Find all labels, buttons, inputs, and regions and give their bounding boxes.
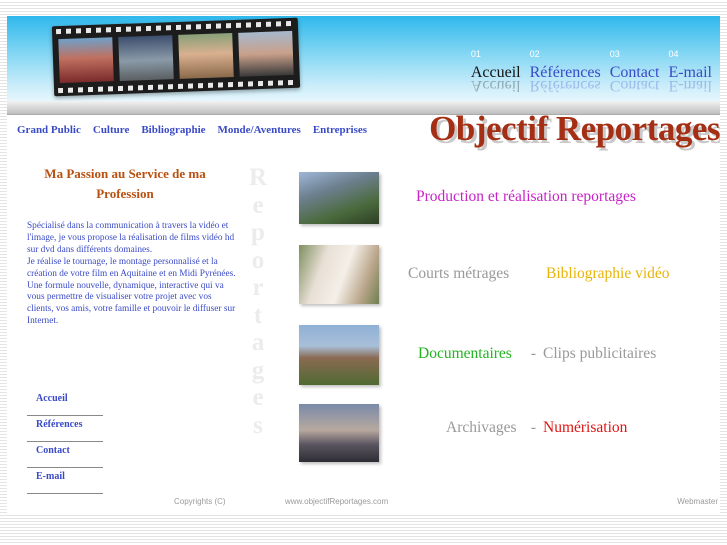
service-separator: - — [527, 345, 540, 362]
category-culture[interactable]: Culture — [93, 124, 129, 136]
film-frame-family — [178, 33, 234, 79]
sidebar-paragraph: Je réalise le tournage, le montage perso… — [27, 256, 236, 279]
sidebar-title: Ma Passion au Service de ma Profession — [44, 166, 206, 201]
category-bibliographie[interactable]: Bibliographie — [141, 124, 205, 136]
category-nav: Grand Public Culture Bibliographie Monde… — [17, 124, 367, 136]
page: 01 Accueil Accueil 02 Références Référen… — [7, 16, 720, 514]
category-monde-aventures[interactable]: Monde/Aventures — [218, 124, 301, 136]
service-clips-publicitaires[interactable]: Clips publicitaires — [543, 345, 656, 363]
service-production-reportages[interactable]: Production et réalisation reportages — [416, 188, 636, 206]
sidebar-nav: Accueil Références Contact E-mail — [27, 390, 103, 494]
sidebar-nav-references[interactable]: Références — [27, 416, 103, 442]
service-documentaires[interactable]: Documentaires — [418, 345, 512, 363]
service-courts-metrages[interactable]: Courts métrages — [408, 265, 509, 283]
service-bibliographie-video[interactable]: Bibliographie vidéo — [546, 265, 670, 283]
service-separator: - — [527, 419, 540, 436]
vertical-watermark: R e p o r t a g e s — [248, 164, 268, 439]
sidebar-paragraph: Spécialisé dans la communication à trave… — [27, 221, 235, 255]
sidebar-nav-contact[interactable]: Contact — [27, 442, 103, 468]
top-nav-email[interactable]: 04 E-mail E-mail — [668, 49, 712, 94]
film-frame-bikers — [58, 37, 114, 84]
thumbnail-castle[interactable] — [299, 325, 379, 385]
thumbnail-machu-picchu[interactable] — [299, 172, 379, 224]
category-entreprises[interactable]: Entreprises — [313, 124, 367, 136]
film-frame-group — [238, 30, 294, 77]
top-nav-accueil[interactable]: 01 Accueil Accueil — [471, 49, 521, 94]
footer-copyright: Copyrights (C) — [174, 497, 226, 506]
site-logo-title[interactable]: Objectif Reportages — [429, 109, 720, 149]
top-nav: 01 Accueil Accueil 02 Références Référen… — [471, 49, 712, 94]
thumbnail-wedding[interactable] — [299, 245, 379, 304]
sidebar-nav-accueil[interactable]: Accueil — [27, 390, 103, 416]
film-frame-jet — [118, 35, 174, 81]
header: 01 Accueil Accueil 02 Références Référen… — [7, 16, 720, 114]
top-nav-contact[interactable]: 03 Contact Contact — [610, 49, 660, 94]
thumbnail-fighter-jet[interactable] — [299, 404, 379, 462]
service-archivages[interactable]: Archivages — [446, 419, 517, 437]
sidebar-nav-email[interactable]: E-mail — [27, 468, 103, 494]
sidebar-description: Spécialisé dans la communication à trave… — [27, 221, 240, 328]
footer-webmaster-link[interactable]: Webmaster — [677, 497, 718, 506]
footer-website-url[interactable]: www.objectifReportages.com — [285, 497, 388, 506]
filmstrip-banner — [51, 17, 301, 97]
sidebar-paragraph: Une formule nouvelle, dynamique, interac… — [27, 280, 236, 327]
top-nav-references[interactable]: 02 Références Références — [530, 49, 601, 94]
category-grand-public[interactable]: Grand Public — [17, 124, 81, 136]
service-numerisation[interactable]: Numérisation — [543, 419, 627, 437]
